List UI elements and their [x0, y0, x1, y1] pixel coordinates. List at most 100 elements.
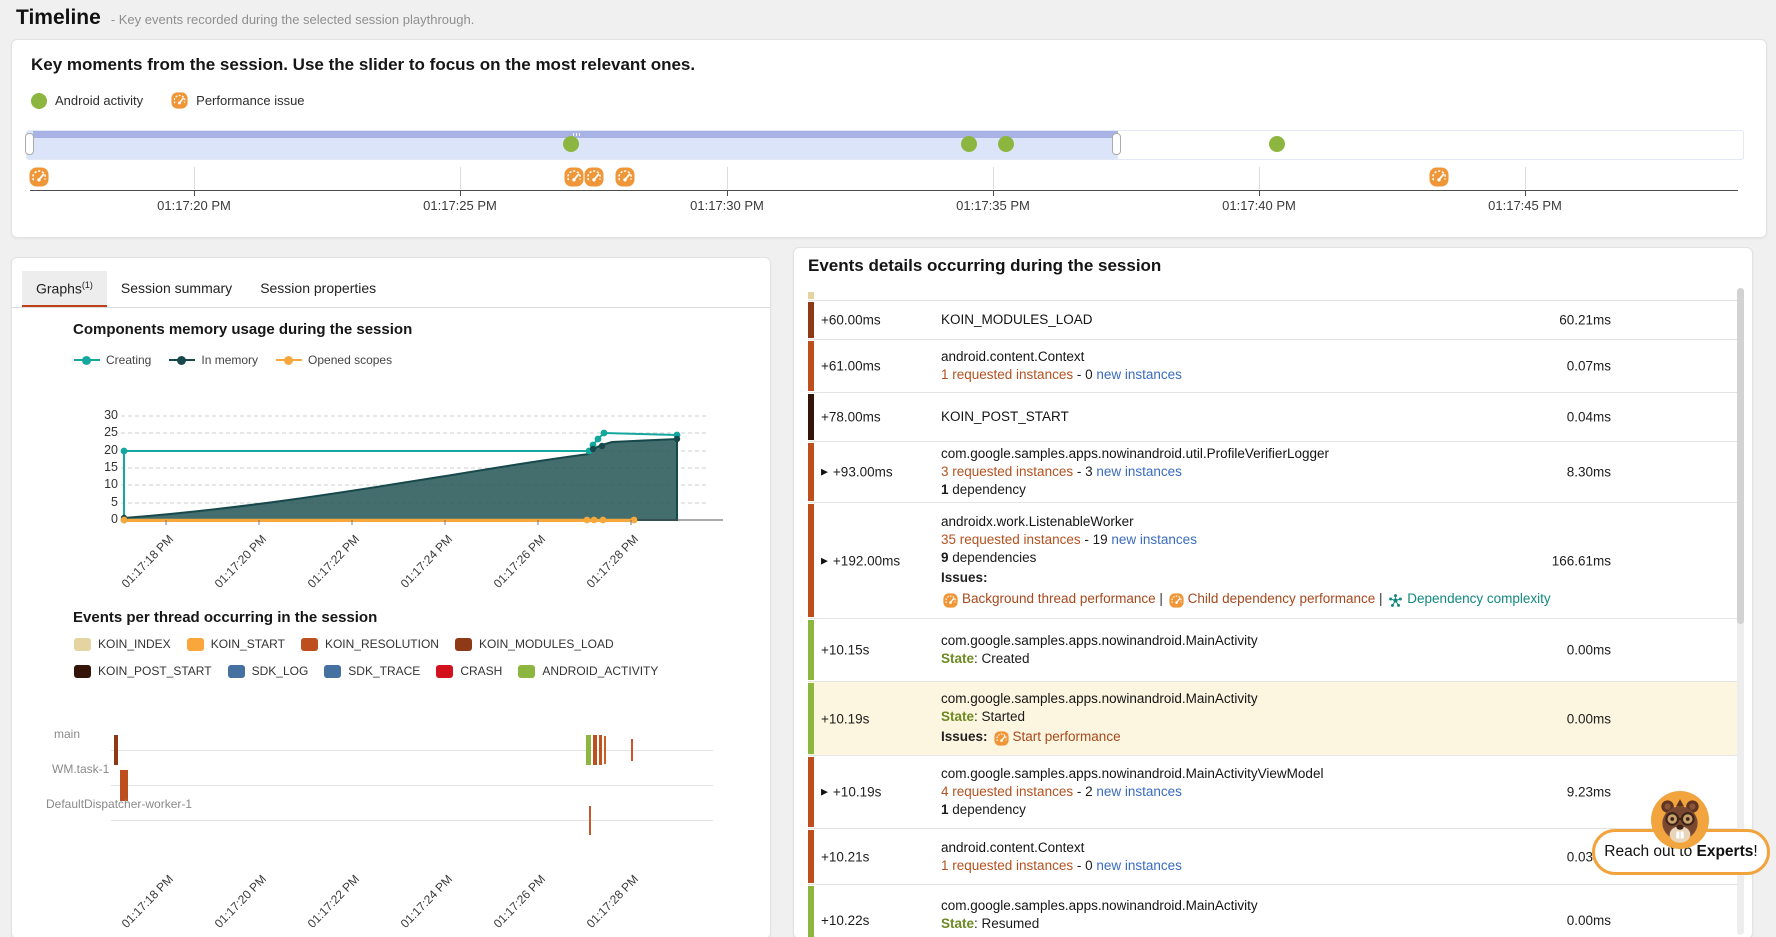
- thread-event-tick[interactable]: [593, 735, 597, 765]
- thread-event-tick[interactable]: [589, 806, 591, 835]
- performance-issue-marker[interactable]: [564, 167, 584, 187]
- event-type-bar: [808, 886, 814, 937]
- table-row-partial[interactable]: [808, 291, 1744, 300]
- event-type-bar: [808, 394, 814, 440]
- event-offset: +61.00ms: [821, 359, 881, 374]
- event-duration: 0.00ms: [1567, 913, 1611, 928]
- issue-link-start-performance[interactable]: Start performance: [992, 729, 1121, 744]
- expand-arrow-icon[interactable]: ▶: [821, 555, 828, 566]
- event-title: KOIN_MODULES_LOAD: [941, 311, 1561, 329]
- expand-arrow-icon[interactable]: ▶: [821, 467, 828, 478]
- new-instances-link[interactable]: new instances: [1096, 858, 1182, 873]
- x-tick: 01:17:26 PM: [491, 872, 548, 931]
- event-offset: +10.19s: [833, 785, 881, 800]
- issue-link-dependency-complexity[interactable]: Dependency complexity: [1386, 591, 1550, 606]
- requested-instances-link[interactable]: 35 requested instances: [941, 532, 1081, 547]
- table-row-highlighted[interactable]: +10.19s com.google.samples.apps.nowinand…: [808, 681, 1744, 755]
- event-type-bar: [808, 302, 814, 338]
- new-instances-link[interactable]: new instances: [1111, 532, 1197, 547]
- gauge-icon: [943, 593, 958, 608]
- state-label: State: [941, 651, 974, 666]
- legend-performance-issue: Performance issue: [171, 92, 304, 109]
- table-row[interactable]: +10.15s com.google.samples.apps.nowinand…: [808, 618, 1744, 681]
- requested-instances-link[interactable]: 4 requested instances: [941, 784, 1073, 799]
- table-row[interactable]: +61.00ms android.content.Context 1 reque…: [808, 339, 1744, 392]
- legend-koin-start: KOIN_START: [211, 637, 285, 651]
- scrollbar-thumb[interactable]: [1737, 288, 1744, 624]
- event-offset: +10.21s: [821, 849, 869, 864]
- x-tick: 01:17:18 PM: [119, 532, 176, 591]
- event-title: androidx.work.ListenableWorker: [941, 513, 1561, 531]
- performance-issue-marker[interactable]: [615, 167, 635, 187]
- new-instances-link[interactable]: new instances: [1096, 367, 1182, 382]
- new-instances-link[interactable]: new instances: [1096, 784, 1182, 799]
- issue-link-background-thread[interactable]: Background thread performance |: [941, 591, 1167, 606]
- x-tick: 01:17:24 PM: [398, 532, 455, 591]
- performance-issue-marker[interactable]: [1429, 167, 1449, 187]
- event-offset: +93.00ms: [833, 465, 893, 480]
- table-row[interactable]: ▶ +192.00ms androidx.work.ListenableWorke…: [808, 502, 1744, 618]
- timeline-slider-track[interactable]: [26, 130, 1744, 160]
- event-duration: 0.04ms: [1567, 410, 1611, 425]
- android-activity-marker[interactable]: [998, 136, 1014, 152]
- memory-chart-title: Components memory usage during the sessi…: [73, 321, 412, 338]
- legend-sdk-log: SDK_LOG: [252, 664, 309, 678]
- slider-handle-right[interactable]: [1112, 133, 1121, 155]
- issue-link-child-dependency[interactable]: Child dependency performance |: [1167, 591, 1387, 606]
- dependency-count: dependency: [949, 802, 1026, 817]
- thread-event-tick[interactable]: [599, 735, 602, 765]
- requested-instances-link[interactable]: 1 requested instances: [941, 367, 1073, 382]
- event-duration: 0.07ms: [1567, 359, 1611, 374]
- event-title: com.google.samples.apps.nowinandroid.Mai…: [941, 765, 1561, 783]
- thread-event-tick[interactable]: [114, 735, 118, 765]
- gauge-icon: [994, 731, 1009, 746]
- event-duration: 0.00ms: [1567, 643, 1611, 658]
- table-row[interactable]: +60.00ms KOIN_MODULES_LOAD 60.21ms: [808, 300, 1744, 339]
- thread-event-tick[interactable]: [604, 736, 606, 764]
- expert-beaver-avatar-icon[interactable]: [1651, 791, 1709, 849]
- tab-bar: Graphs(1) Session summary Session proper…: [22, 271, 390, 308]
- requested-instances-link[interactable]: 3 requested instances: [941, 464, 1073, 479]
- legend-koin-modules-load: KOIN_MODULES_LOAD: [479, 637, 614, 651]
- dependency-count: dependencies: [949, 550, 1037, 565]
- event-offset: +60.00ms: [821, 313, 881, 328]
- slider-handle-left[interactable]: [25, 133, 34, 155]
- thread-event-tick[interactable]: [586, 735, 591, 765]
- axis-label: 01:17:45 PM: [1465, 198, 1585, 213]
- table-row[interactable]: ▶ +10.19s com.google.samples.apps.nowinan…: [808, 755, 1744, 828]
- tab-session-summary[interactable]: Session summary: [107, 271, 246, 308]
- event-offset: +192.00ms: [833, 553, 900, 568]
- android-activity-marker[interactable]: [961, 136, 977, 152]
- gauge-icon: [1169, 593, 1184, 608]
- tab-session-properties[interactable]: Session properties: [246, 271, 390, 308]
- performance-issue-marker[interactable]: [584, 167, 604, 187]
- event-offset: +10.15s: [821, 643, 869, 658]
- expand-arrow-icon[interactable]: ▶: [821, 787, 828, 798]
- table-row[interactable]: ▶ +93.00ms com.google.samples.apps.nowina…: [808, 441, 1744, 502]
- gauge-icon: [171, 92, 188, 109]
- new-instances-link[interactable]: new instances: [1096, 464, 1182, 479]
- slider-grip-icon[interactable]: [573, 133, 585, 136]
- event-duration: 9.23ms: [1567, 785, 1611, 800]
- thread-baseline: [111, 785, 713, 786]
- table-row[interactable]: +78.00ms KOIN_POST_START 0.04ms: [808, 392, 1744, 441]
- memory-chart-legend: Creating In memory Opened scopes: [74, 353, 392, 367]
- performance-issue-marker[interactable]: [29, 167, 49, 187]
- state-value: : Created: [974, 651, 1030, 666]
- graphs-card: Graphs(1) Session summary Session proper…: [11, 257, 771, 937]
- thread-label-main: main: [54, 727, 80, 741]
- axis-label: 01:17:25 PM: [400, 198, 520, 213]
- legend-android-activity-label: Android activity: [55, 93, 143, 108]
- requested-instances-link[interactable]: 1 requested instances: [941, 858, 1073, 873]
- event-title: com.google.samples.apps.nowinandroid.uti…: [941, 445, 1561, 463]
- android-activity-marker[interactable]: [1269, 136, 1285, 152]
- tab-graphs[interactable]: Graphs(1): [22, 271, 107, 308]
- thread-event-tick[interactable]: [631, 739, 633, 761]
- x-tick: 01:17:28 PM: [584, 872, 641, 931]
- table-row[interactable]: +10.22s com.google.samples.apps.nowinand…: [808, 884, 1744, 937]
- dependency-count: dependency: [949, 482, 1026, 497]
- legend-koin-index: KOIN_INDEX: [98, 637, 171, 651]
- tab-divider: [12, 307, 770, 308]
- issues-line: Issues:Background thread performance | C…: [941, 567, 1511, 609]
- android-activity-marker[interactable]: [563, 136, 579, 152]
